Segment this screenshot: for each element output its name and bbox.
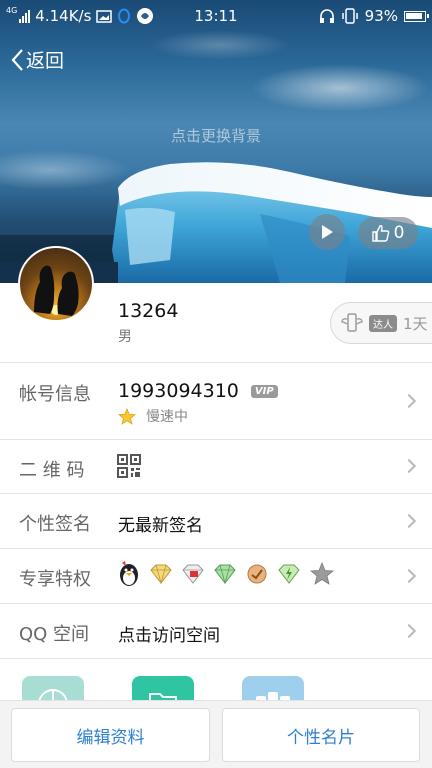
- winged-phone-icon: [341, 313, 363, 332]
- back-button[interactable]: 返回: [10, 46, 64, 73]
- battery-icon: [404, 10, 429, 22]
- qq-penguin-icon: [120, 561, 138, 586]
- change-background-hint[interactable]: 点击更换背景: [0, 125, 432, 146]
- talent-badge-button[interactable]: 达人 1天: [330, 302, 432, 344]
- talent-label: 达人: [369, 314, 397, 332]
- personal-card-button[interactable]: 个性名片: [222, 708, 420, 762]
- gray-star-icon: [309, 562, 335, 585]
- privilege-icons: [117, 560, 335, 588]
- profile-gender: 男: [118, 329, 132, 345]
- qzone-label: QQ 空间: [19, 624, 90, 645]
- green-bolt-diamond-icon: [278, 564, 300, 584]
- account-info-label: 帐号信息: [19, 384, 91, 405]
- talent-days: 1天: [403, 314, 428, 333]
- avatar[interactable]: [18, 246, 94, 322]
- divider: [0, 658, 432, 659]
- like-button[interactable]: 0: [358, 217, 418, 249]
- chevron-right-icon: [401, 513, 417, 529]
- red-diamond-icon: [182, 564, 204, 584]
- chevron-right-icon: [401, 623, 417, 639]
- signature-label: 个性签名: [19, 514, 91, 535]
- speed-label: 慢速中: [146, 409, 188, 425]
- star-icon: [118, 407, 136, 425]
- vip-badge: VIP: [250, 384, 278, 398]
- qrcode-label: 二 维 码: [19, 460, 85, 481]
- status-right: 93%: [319, 7, 429, 25]
- status-bar: 4G 4.14K/s 13:11 93%: [0, 0, 432, 32]
- edit-profile-button[interactable]: 编辑资料: [11, 708, 210, 762]
- qzone-value: 点击访问空间: [118, 626, 220, 646]
- play-icon: [322, 225, 333, 239]
- green-diamond-icon: [214, 564, 236, 585]
- orange-badge-icon: [247, 564, 267, 584]
- chevron-left-icon: [11, 48, 23, 71]
- profile-name: 13264: [118, 300, 179, 322]
- signature-row[interactable]: 个性签名: [0, 494, 432, 548]
- thumbs-up-icon: [371, 225, 389, 242]
- chevron-right-icon: [401, 393, 417, 409]
- account-number: 1993094310 VIP: [118, 380, 278, 402]
- chevron-right-icon: [401, 458, 417, 474]
- back-label: 返回: [26, 50, 65, 72]
- like-count: 0: [393, 223, 405, 243]
- chevron-right-icon: [401, 568, 417, 584]
- signature-value: 无最新签名: [118, 516, 203, 536]
- privileges-label: 专享特权: [19, 569, 91, 590]
- yellow-diamond-icon: [150, 564, 172, 585]
- vibrate-icon: [341, 8, 358, 24]
- play-button[interactable]: [309, 214, 345, 250]
- penguins-avatar-image: [34, 265, 79, 316]
- qrcode-icon: [117, 454, 141, 478]
- qrcode-row[interactable]: 二 维 码: [0, 440, 432, 493]
- speed-status: 慢速中: [118, 406, 188, 426]
- account-id: 1993094310: [118, 380, 239, 402]
- headphones-icon: [319, 8, 334, 23]
- battery-percent: 93%: [364, 7, 398, 25]
